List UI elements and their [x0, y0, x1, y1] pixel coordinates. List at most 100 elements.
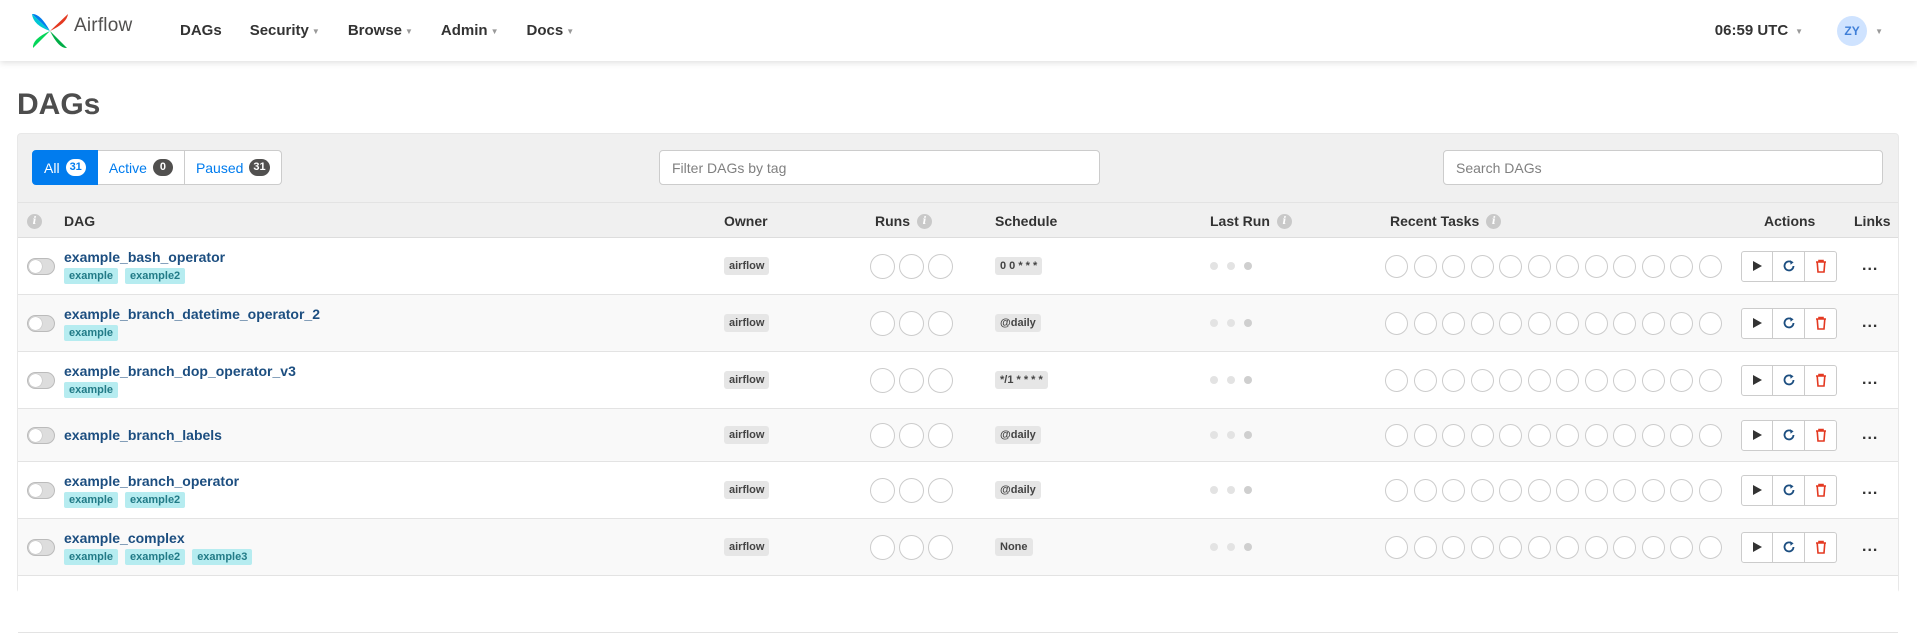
task-state-circle[interactable] — [1413, 311, 1437, 335]
task-state-circle[interactable] — [1670, 368, 1693, 392]
task-state-circle[interactable] — [1527, 368, 1551, 392]
filter-all-button[interactable]: All 31 — [32, 150, 98, 185]
run-state-circle[interactable] — [899, 422, 924, 448]
info-icon[interactable]: i — [917, 213, 932, 229]
pause-toggle[interactable] — [27, 481, 55, 499]
task-state-circle[interactable] — [1584, 423, 1608, 447]
task-state-circle[interactable] — [1613, 311, 1636, 335]
task-state-circle[interactable] — [1470, 535, 1494, 559]
dag-link[interactable]: example_branch_datetime_operator_2 — [64, 306, 320, 322]
delete-dag-button[interactable] — [1805, 531, 1837, 563]
run-state-circle[interactable] — [870, 422, 895, 448]
task-state-circle[interactable] — [1670, 311, 1693, 335]
task-state-circle[interactable] — [1613, 368, 1636, 392]
nav-browse[interactable]: Browse ▼ — [334, 22, 427, 39]
task-state-circle[interactable] — [1584, 368, 1608, 392]
more-links-icon[interactable]: ... — [1862, 481, 1878, 499]
task-state-circle[interactable] — [1385, 368, 1408, 392]
task-state-circle[interactable] — [1527, 535, 1551, 559]
task-state-circle[interactable] — [1556, 535, 1579, 559]
task-state-circle[interactable] — [1527, 478, 1551, 502]
owner-badge[interactable]: airflow — [724, 481, 770, 499]
task-state-circle[interactable] — [1584, 535, 1608, 559]
task-state-circle[interactable] — [1499, 254, 1522, 278]
run-state-circle[interactable] — [899, 367, 924, 393]
task-state-circle[interactable] — [1698, 423, 1722, 447]
schedule-badge[interactable]: */1 * * * * — [995, 371, 1048, 389]
refresh-dag-button[interactable] — [1773, 250, 1805, 282]
info-icon[interactable]: i — [1486, 213, 1502, 229]
nav-docs[interactable]: Docs ▼ — [513, 22, 589, 39]
refresh-dag-button[interactable] — [1773, 307, 1805, 339]
trigger-dag-button[interactable] — [1741, 364, 1773, 396]
task-state-circle[interactable] — [1584, 254, 1608, 278]
info-icon[interactable]: i — [1276, 213, 1292, 229]
task-state-circle[interactable] — [1442, 423, 1465, 447]
schedule-badge[interactable]: @daily — [995, 314, 1041, 332]
dag-link[interactable]: example_branch_operator — [64, 473, 239, 489]
more-links-icon[interactable]: ... — [1862, 538, 1878, 556]
task-state-circle[interactable] — [1641, 368, 1665, 392]
run-state-circle[interactable] — [870, 367, 895, 393]
task-state-circle[interactable] — [1670, 478, 1693, 502]
task-state-circle[interactable] — [1499, 423, 1522, 447]
dag-tag[interactable]: example2 — [125, 491, 186, 508]
task-state-circle[interactable] — [1413, 478, 1437, 502]
nav-admin[interactable]: Admin ▼ — [427, 22, 513, 39]
run-state-circle[interactable] — [899, 310, 924, 336]
task-state-circle[interactable] — [1470, 478, 1494, 502]
task-state-circle[interactable] — [1499, 535, 1522, 559]
pause-toggle[interactable] — [27, 314, 55, 332]
dag-tag[interactable]: example2 — [125, 267, 186, 284]
task-state-circle[interactable] — [1527, 254, 1551, 278]
task-state-circle[interactable] — [1499, 478, 1522, 502]
dag-tag[interactable]: example — [64, 491, 119, 508]
task-state-circle[interactable] — [1584, 478, 1608, 502]
user-menu[interactable]: ZY ▼ — [1837, 15, 1883, 46]
dag-tag[interactable]: example — [64, 548, 119, 565]
run-state-circle[interactable] — [928, 310, 953, 336]
tag-filter-input[interactable] — [659, 150, 1100, 185]
task-state-circle[interactable] — [1413, 368, 1437, 392]
refresh-dag-button[interactable] — [1773, 364, 1805, 396]
task-state-circle[interactable] — [1499, 368, 1522, 392]
task-state-circle[interactable] — [1470, 254, 1494, 278]
timezone-clock[interactable]: 06:59 UTC ▼ — [1715, 22, 1803, 39]
trigger-dag-button[interactable] — [1741, 474, 1773, 506]
dag-tag[interactable]: example3 — [192, 548, 253, 565]
dag-link[interactable]: example_bash_operator — [64, 249, 225, 265]
task-state-circle[interactable] — [1698, 311, 1722, 335]
owner-badge[interactable]: airflow — [724, 371, 770, 389]
task-state-circle[interactable] — [1556, 423, 1579, 447]
delete-dag-button[interactable] — [1805, 307, 1837, 339]
task-state-circle[interactable] — [1641, 254, 1665, 278]
task-state-circle[interactable] — [1698, 254, 1722, 278]
th-last-run[interactable]: Last Run i — [1210, 203, 1292, 239]
run-state-circle[interactable] — [870, 310, 895, 336]
pause-toggle[interactable] — [27, 371, 55, 389]
task-state-circle[interactable] — [1527, 311, 1551, 335]
run-state-circle[interactable] — [870, 534, 895, 560]
task-state-circle[interactable] — [1470, 311, 1494, 335]
trigger-dag-button[interactable] — [1741, 419, 1773, 451]
task-state-circle[interactable] — [1413, 423, 1437, 447]
run-state-circle[interactable] — [870, 253, 895, 279]
search-dags-input[interactable] — [1443, 150, 1883, 185]
task-state-circle[interactable] — [1641, 535, 1665, 559]
delete-dag-button[interactable] — [1805, 364, 1837, 396]
nav-security[interactable]: Security ▼ — [236, 22, 334, 39]
schedule-badge[interactable]: @daily — [995, 426, 1041, 444]
task-state-circle[interactable] — [1527, 423, 1551, 447]
task-state-circle[interactable] — [1613, 423, 1636, 447]
task-state-circle[interactable] — [1385, 423, 1408, 447]
run-state-circle[interactable] — [870, 477, 895, 503]
task-state-circle[interactable] — [1470, 368, 1494, 392]
dag-tag[interactable]: example — [64, 324, 119, 341]
task-state-circle[interactable] — [1442, 311, 1465, 335]
task-state-circle[interactable] — [1413, 254, 1437, 278]
task-state-circle[interactable] — [1698, 535, 1722, 559]
task-state-circle[interactable] — [1556, 311, 1579, 335]
pause-toggle[interactable] — [27, 257, 55, 275]
task-state-circle[interactable] — [1385, 254, 1408, 278]
refresh-dag-button[interactable] — [1773, 419, 1805, 451]
